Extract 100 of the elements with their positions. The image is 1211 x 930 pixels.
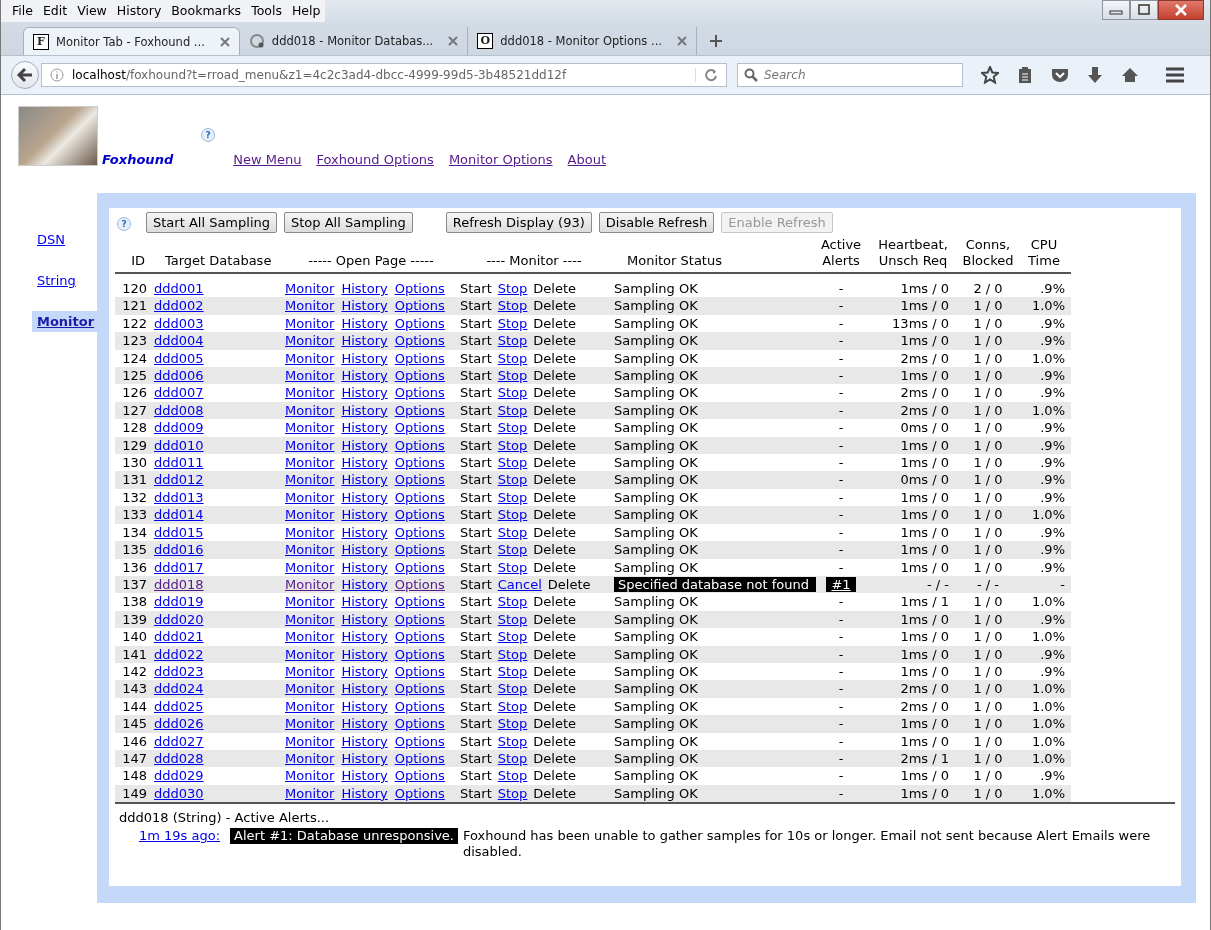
page-link[interactable]: History bbox=[341, 594, 388, 610]
alert-time-link[interactable]: 1m 19s ago: bbox=[139, 828, 221, 845]
page-link[interactable]: History bbox=[341, 298, 388, 314]
page-link[interactable]: Options bbox=[394, 646, 445, 662]
page-link[interactable]: Monitor bbox=[285, 663, 335, 679]
database-link[interactable]: ddd023 bbox=[154, 663, 204, 679]
browser-tab[interactable]: F Monitor Tab - Foxhound ... bbox=[23, 27, 240, 55]
toolbar-button[interactable]: Stop All Sampling bbox=[284, 212, 413, 233]
control-link[interactable]: Cancel bbox=[497, 576, 542, 592]
page-link[interactable]: History bbox=[341, 768, 388, 784]
control-link[interactable]: Stop bbox=[497, 733, 528, 749]
page-link[interactable]: History bbox=[341, 750, 388, 766]
control-link[interactable]: Stop bbox=[497, 594, 528, 610]
control-link[interactable]: Stop bbox=[497, 455, 528, 471]
address-bar[interactable]: localhost/foxhound?t=rroad_menu&z1=4c2c3ad4-dbcc-4999-99d5-3b48521dd12f bbox=[41, 63, 727, 87]
page-link[interactable]: History bbox=[341, 542, 388, 558]
page-link[interactable]: History bbox=[341, 716, 388, 732]
database-link[interactable]: ddd007 bbox=[154, 385, 204, 401]
control-link[interactable]: Stop bbox=[497, 629, 528, 645]
page-link[interactable]: Options bbox=[394, 681, 445, 697]
control-link[interactable]: Stop bbox=[497, 507, 528, 523]
control-link[interactable]: Stop bbox=[497, 716, 528, 732]
page-link[interactable]: History bbox=[341, 785, 388, 801]
page-link[interactable]: Monitor bbox=[285, 437, 335, 453]
page-link[interactable]: History bbox=[341, 576, 388, 592]
page-link[interactable]: Monitor bbox=[285, 350, 335, 366]
page-link[interactable]: History bbox=[341, 385, 388, 401]
page-link[interactable]: Monitor bbox=[285, 315, 335, 331]
database-link[interactable]: ddd021 bbox=[154, 629, 204, 645]
page-link[interactable]: History bbox=[341, 455, 388, 471]
page-link[interactable]: History bbox=[341, 646, 388, 662]
page-link[interactable]: History bbox=[341, 437, 388, 453]
menu-item[interactable]: Bookmarks bbox=[166, 3, 247, 22]
page-link[interactable]: Options bbox=[394, 350, 445, 366]
database-link[interactable]: ddd003 bbox=[154, 315, 204, 331]
page-link[interactable]: Monitor bbox=[285, 594, 335, 610]
page-link[interactable]: History bbox=[341, 350, 388, 366]
download-icon[interactable] bbox=[1087, 66, 1103, 84]
menu-item[interactable]: View bbox=[72, 3, 112, 22]
page-link[interactable]: Monitor bbox=[285, 646, 335, 662]
control-link[interactable]: Stop bbox=[497, 663, 528, 679]
page-link[interactable]: History bbox=[341, 472, 388, 488]
sidebar-link[interactable]: Monitor bbox=[32, 311, 100, 332]
control-link[interactable]: Stop bbox=[497, 681, 528, 697]
database-link[interactable]: ddd017 bbox=[154, 559, 204, 575]
page-link[interactable]: Options bbox=[394, 611, 445, 627]
page-link[interactable]: History bbox=[341, 368, 388, 384]
page-link[interactable]: Options bbox=[394, 663, 445, 679]
page-link[interactable]: Options bbox=[394, 368, 445, 384]
menu-item[interactable]: History bbox=[111, 3, 167, 22]
page-link[interactable]: Options bbox=[394, 716, 445, 732]
nav-link[interactable]: About bbox=[567, 152, 607, 167]
reading-list-icon[interactable] bbox=[1017, 66, 1033, 84]
close-tab-icon[interactable] bbox=[448, 36, 459, 46]
control-link[interactable]: Stop bbox=[497, 750, 528, 766]
page-link[interactable]: History bbox=[341, 663, 388, 679]
control-link[interactable]: Stop bbox=[497, 298, 528, 314]
page-link[interactable]: Options bbox=[394, 576, 445, 592]
maximize-button[interactable] bbox=[1130, 0, 1158, 20]
database-link[interactable]: ddd015 bbox=[154, 524, 204, 540]
star-icon[interactable] bbox=[981, 66, 999, 84]
menu-item[interactable]: Tools bbox=[246, 3, 287, 22]
page-link[interactable]: Monitor bbox=[285, 542, 335, 558]
database-link[interactable]: ddd013 bbox=[154, 489, 204, 505]
control-link[interactable]: Stop bbox=[497, 559, 528, 575]
page-link[interactable]: Monitor bbox=[285, 455, 335, 471]
control-link[interactable]: Stop bbox=[497, 611, 528, 627]
page-link[interactable]: Monitor bbox=[285, 576, 335, 592]
page-link[interactable]: Options bbox=[394, 559, 445, 575]
control-link[interactable]: Stop bbox=[497, 646, 528, 662]
menu-item[interactable]: File bbox=[7, 3, 38, 22]
page-link[interactable]: Options bbox=[394, 524, 445, 540]
page-link[interactable]: Options bbox=[394, 785, 445, 801]
page-link[interactable]: History bbox=[341, 489, 388, 505]
control-link[interactable]: Stop bbox=[497, 524, 528, 540]
menu-item[interactable]: Edit bbox=[37, 3, 73, 22]
page-link[interactable]: Monitor bbox=[285, 524, 335, 540]
page-link[interactable]: Options bbox=[394, 472, 445, 488]
page-link[interactable]: History bbox=[341, 315, 388, 331]
control-link[interactable]: Stop bbox=[497, 315, 528, 331]
close-tab-icon[interactable] bbox=[219, 36, 230, 47]
control-link[interactable]: Stop bbox=[497, 333, 528, 349]
back-button[interactable] bbox=[11, 61, 39, 89]
page-link[interactable]: Options bbox=[394, 698, 445, 714]
page-link[interactable]: Monitor bbox=[285, 768, 335, 784]
control-link[interactable]: Stop bbox=[497, 489, 528, 505]
page-link[interactable]: Options bbox=[394, 437, 445, 453]
database-link[interactable]: ddd005 bbox=[154, 350, 204, 366]
page-link[interactable]: History bbox=[341, 333, 388, 349]
page-link[interactable]: Options bbox=[394, 281, 445, 296]
toolbar-button[interactable]: Disable Refresh bbox=[598, 212, 715, 233]
page-link[interactable]: Monitor bbox=[285, 472, 335, 488]
nav-link[interactable]: New Menu bbox=[233, 152, 302, 167]
menu-item[interactable]: Help bbox=[286, 3, 326, 22]
close-tab-icon[interactable] bbox=[676, 36, 687, 46]
control-link[interactable]: Stop bbox=[497, 368, 528, 384]
page-link[interactable]: History bbox=[341, 524, 388, 540]
page-link[interactable]: Options bbox=[394, 315, 445, 331]
page-link[interactable]: Options bbox=[394, 768, 445, 784]
database-link[interactable]: ddd001 bbox=[154, 281, 204, 296]
